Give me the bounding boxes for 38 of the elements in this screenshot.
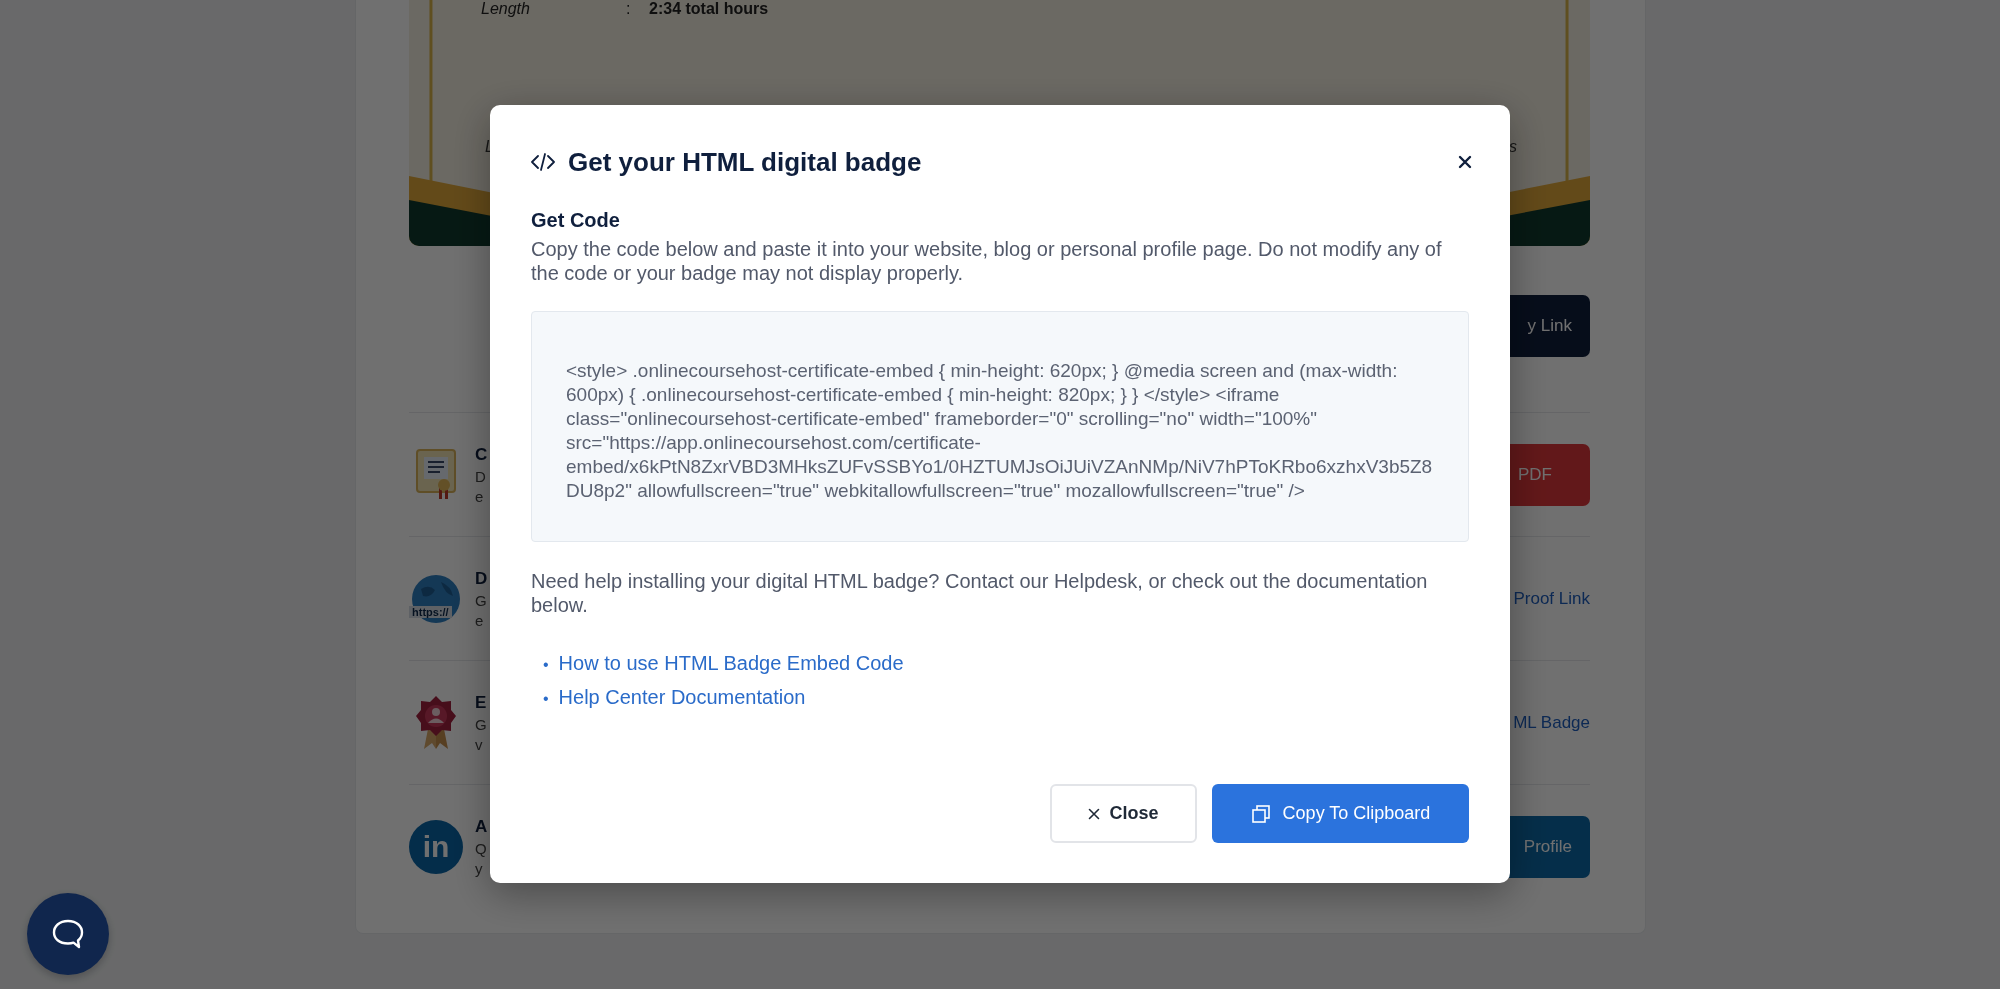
instructions-text: Copy the code below and paste it into your website, blog or personal profile page. Do not modify any of the code or your badge may not display properly.	[531, 237, 1443, 285]
certificate-label: Length	[481, 0, 531, 18]
row-description: G	[475, 590, 488, 611]
action-link[interactable]: ML Badge	[1513, 712, 1590, 733]
bullet: •	[543, 656, 549, 673]
action-link[interactable]: Proof Link	[1513, 588, 1590, 609]
row-description: G	[475, 714, 488, 735]
copy-to-clipboard-button[interactable]: Copy To Clipboard	[1212, 784, 1469, 843]
chat-button[interactable]	[27, 893, 109, 975]
dialog-title: Get your HTML digital badge	[568, 146, 922, 178]
row-title: A	[475, 815, 489, 838]
row-title: C	[475, 443, 489, 466]
help-link[interactable]: Help Center Documentation	[558, 686, 806, 708]
bullet: •	[543, 690, 549, 707]
row-description: Q	[475, 838, 488, 859]
help-text: Need help installing your digital HTML badge? Contact our Helpdesk, or check out the documentation below.	[531, 569, 1429, 617]
certificate-value: 2:34 total hours	[649, 0, 769, 18]
row-description: y	[475, 858, 484, 879]
section-heading: Get Code	[531, 208, 621, 233]
chat-bubble-icon	[51, 918, 85, 950]
linkedin-icon: in	[409, 819, 463, 874]
code-icon	[531, 152, 555, 172]
certificate-separator: :	[626, 0, 632, 18]
copy-icon	[1250, 803, 1271, 824]
row-title: D	[475, 567, 489, 590]
row-title: E	[475, 691, 488, 714]
close-button[interactable]: Close	[1050, 784, 1197, 843]
row-description: e	[475, 610, 485, 631]
row-description: v	[475, 734, 484, 755]
certificate-text: s	[1509, 138, 1517, 156]
certificate-icon	[416, 448, 456, 501]
close-icon	[1088, 807, 1101, 820]
help-link[interactable]: How to use HTML Badge Embed Code	[558, 652, 904, 674]
close-icon	[1458, 155, 1472, 169]
row-description: D	[475, 466, 487, 487]
row-description: e	[475, 486, 485, 507]
award-ribbon-icon	[415, 694, 457, 751]
embed-code-box[interactable]: <style> .onlinecoursehost-certificate-embed { min-height: 620px; } @media screen and (max-width: 600px) { .onlinecoursehost-certificate-embed { min-height: 820px; } } </style> <iframe class="onlinecoursehost-certificate-embed" frameborder="0" scrolling="no" width="100%" src="https://app.onlinecoursehost.com/certificate-embed/x6kPtN8ZxrVBD3MHksZUFvSSBYo1/0HZTUMJsOiJUiVZAnNMp/NiV7hPToKRbo6xzhxV3b5Z8DU8p2" allowfullscreen="true" webkitallowfullscreen="true" mozallowfullscreen="true" />	[531, 311, 1469, 542]
